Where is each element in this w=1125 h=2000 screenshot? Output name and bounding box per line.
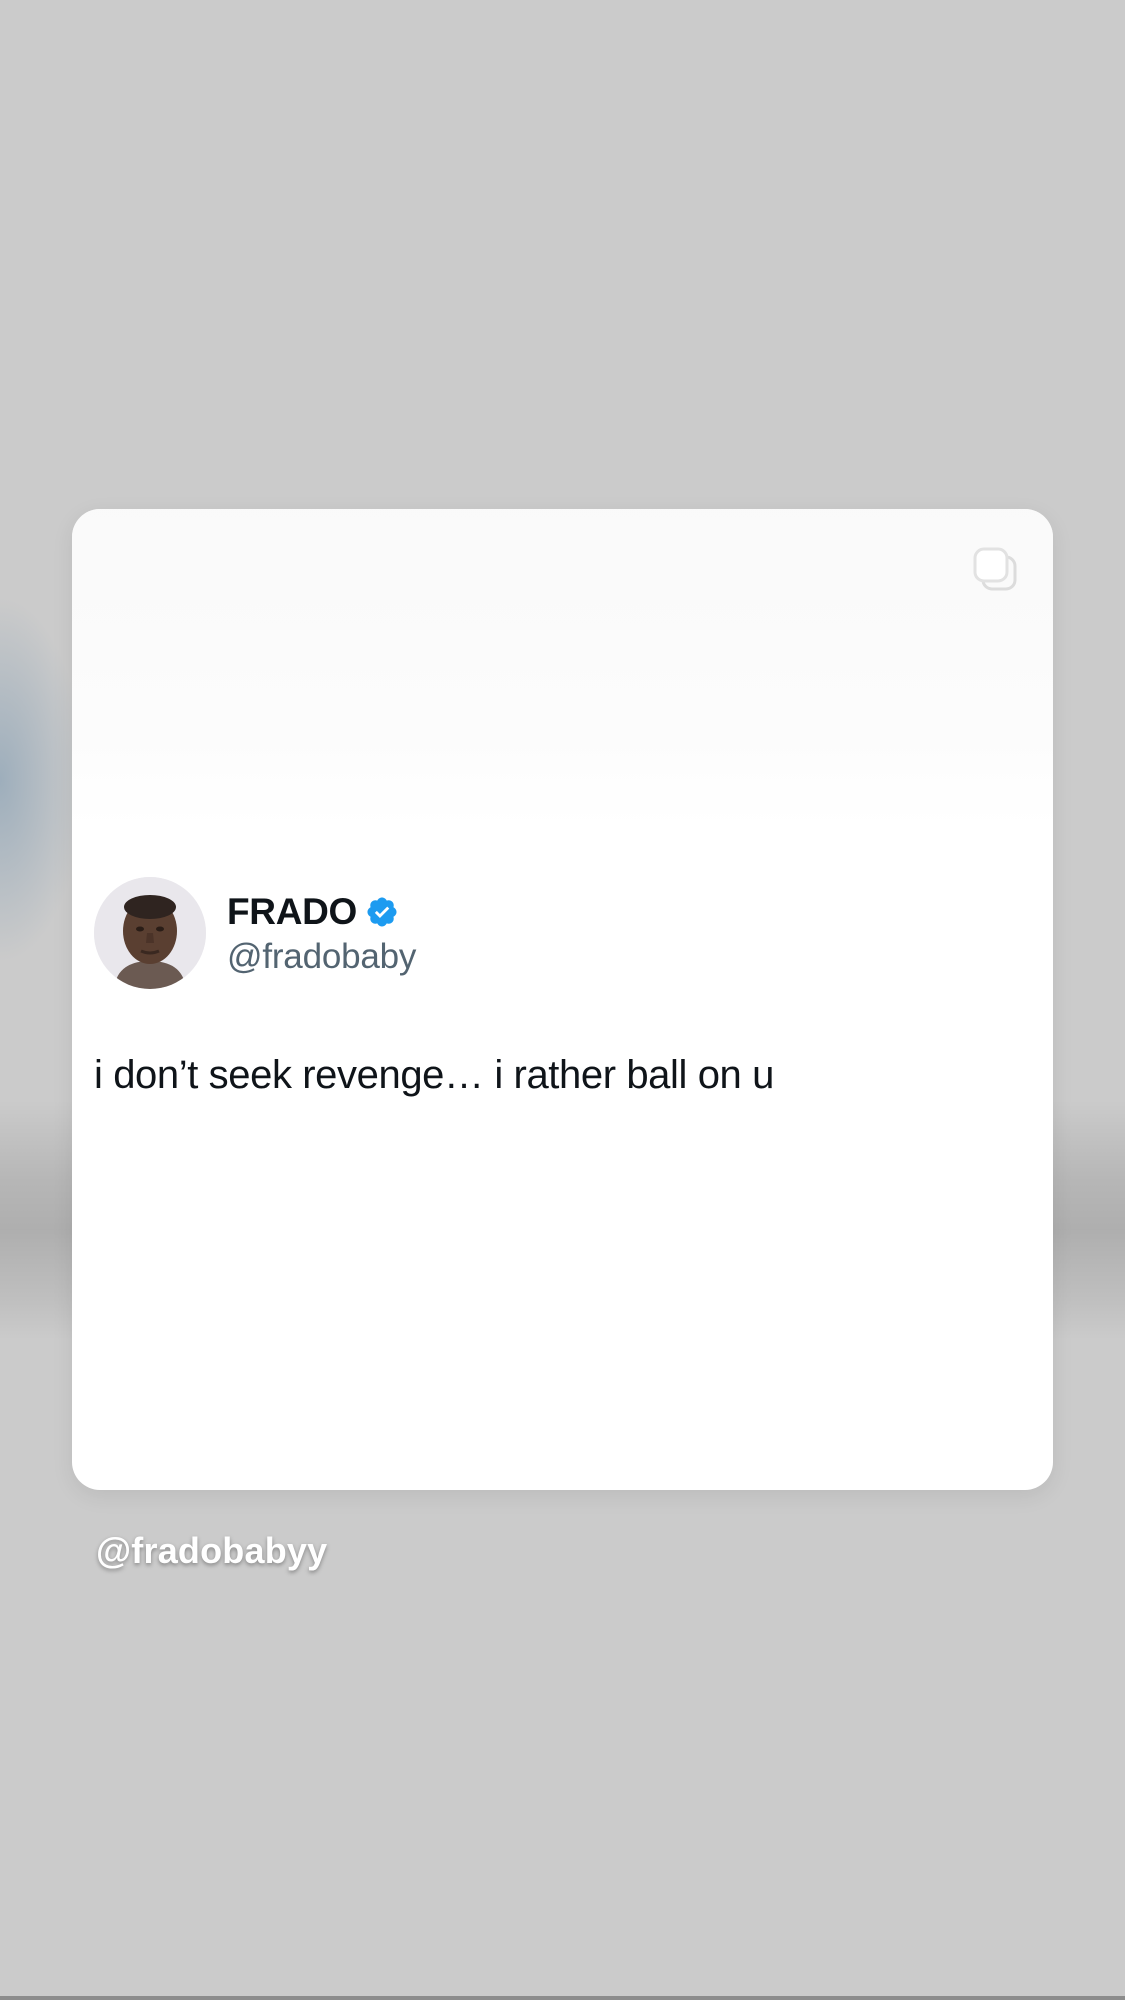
copy-icon[interactable]	[969, 543, 1023, 597]
avatar-portrait	[94, 877, 206, 989]
tweet-card[interactable]: FRADO @fradobaby i don’t seek revenge… i…	[72, 509, 1053, 1490]
display-name[interactable]: FRADO	[227, 891, 357, 933]
handle[interactable]: @fradobaby	[227, 937, 416, 977]
mention-sticker[interactable]: @fradobabyy	[96, 1530, 327, 1572]
bottom-divider	[0, 1996, 1125, 2000]
card-sheen	[72, 509, 1053, 829]
name-block: FRADO @fradobaby	[227, 889, 416, 977]
name-row: FRADO	[227, 889, 416, 935]
tweet-text: i don’t seek revenge… i rather ball on u	[94, 1053, 774, 1097]
verified-icon	[367, 897, 397, 927]
avatar[interactable]	[94, 877, 206, 989]
tweet-header: FRADO @fradobaby	[94, 877, 416, 989]
